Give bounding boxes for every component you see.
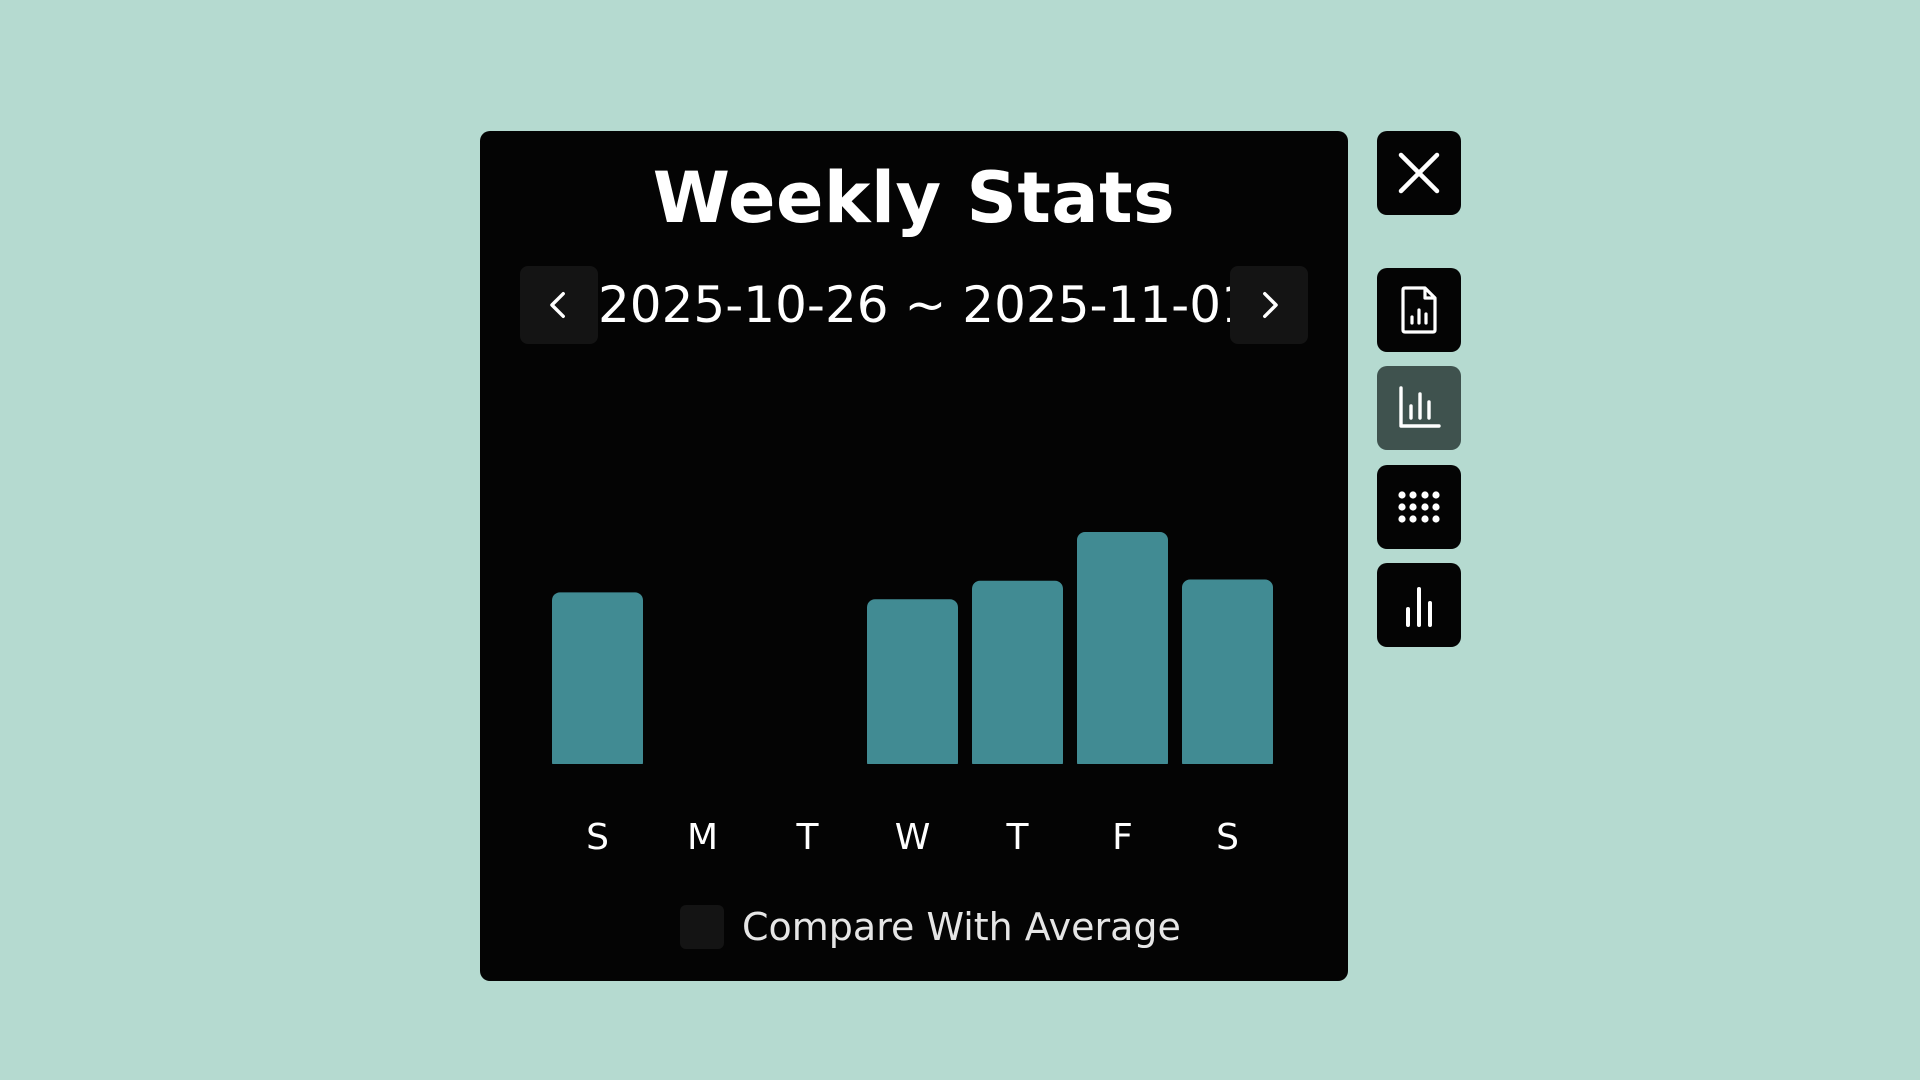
panel-title: Weekly Stats [652, 157, 1176, 239]
file-chart-icon [1401, 286, 1437, 334]
previous-week-button[interactable] [520, 266, 598, 344]
chart-canvas: SMTWTFS [548, 532, 1288, 858]
bar-chart-view-button[interactable] [1377, 366, 1461, 450]
weekly-stats-panel: Weekly Stats 2025-10-26 ~ 2025-11-01 S M T… [480, 131, 1348, 981]
chart-baseline-mask [548, 764, 1288, 772]
chevron-right-icon [1263, 291, 1278, 319]
bar-3 [867, 599, 958, 770]
day-label-4: T [1006, 817, 1030, 858]
bar-0 [552, 592, 643, 770]
compare-with-average[interactable]: Compare With Average [680, 903, 1181, 951]
close-button[interactable] [1377, 131, 1461, 215]
day-label-6: S [1216, 817, 1239, 858]
day-label-2: T [796, 817, 820, 858]
weekly-bar-chart: SMTWTFS [548, 511, 1288, 906]
report-file-button[interactable] [1377, 268, 1461, 352]
day-label-3: W [895, 817, 931, 858]
dot-grid-icon [1398, 491, 1440, 523]
close-icon [1398, 152, 1440, 194]
date-range: 2025-10-26 ~ 2025-11-01 [598, 276, 1253, 334]
grid-view-button[interactable] [1377, 465, 1461, 549]
bar-chart-icon [1399, 386, 1441, 428]
bar-4 [972, 580, 1063, 770]
day-label-1: M [687, 817, 718, 858]
chevron-left-icon [550, 291, 565, 319]
compare-label: Compare With Average [742, 905, 1181, 949]
bar-6 [1182, 579, 1273, 770]
day-label-0: S [586, 817, 609, 858]
next-week-button[interactable] [1230, 266, 1308, 344]
compare-checkbox[interactable] [680, 905, 724, 949]
column-chart-icon [1406, 587, 1432, 627]
bar-5 [1077, 532, 1168, 770]
column-chart-button[interactable] [1377, 563, 1461, 647]
day-label-5: F [1112, 817, 1133, 858]
